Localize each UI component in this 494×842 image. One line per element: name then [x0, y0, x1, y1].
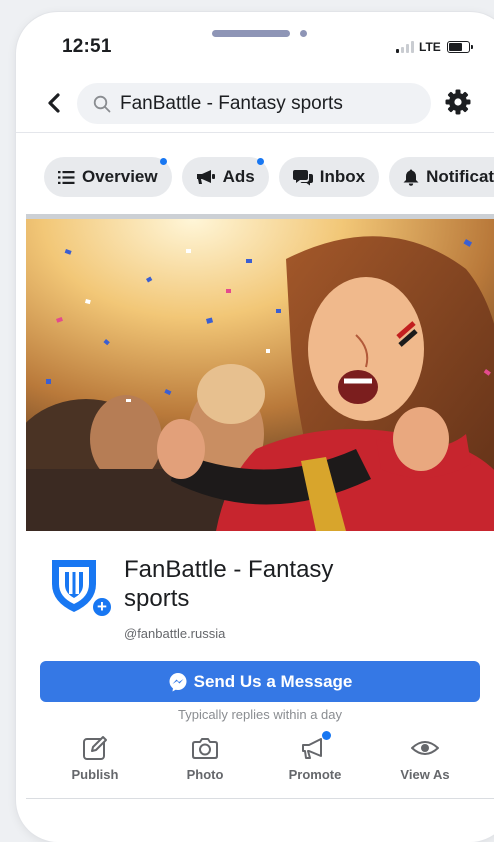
page-handle: @fanbattle.russia — [124, 626, 226, 641]
bell-icon — [403, 169, 419, 186]
back-arrow-icon[interactable] — [44, 92, 66, 114]
megaphone-icon — [196, 170, 215, 184]
view-as-button[interactable]: View As — [370, 734, 480, 782]
tab-notifications[interactable]: Notifications — [389, 157, 494, 197]
send-message-button[interactable]: Send Us a Message — [40, 661, 480, 702]
publish-button[interactable]: Publish — [40, 734, 150, 782]
list-icon — [58, 170, 75, 184]
status-time: 12:51 — [62, 36, 112, 57]
page-tabs: Overview Ads Inbox Notifications — [44, 157, 494, 197]
camera-notch — [300, 30, 307, 37]
publish-label: Publish — [71, 767, 119, 782]
page-actions: Publish Photo Promote View As — [40, 731, 480, 782]
speaker-notch — [212, 30, 290, 37]
edit-icon — [83, 736, 107, 760]
reply-time-note: Typically replies within a day — [177, 707, 343, 722]
tab-overview-label: Overview — [82, 167, 158, 186]
signal-icon — [396, 41, 414, 53]
promote-label: Promote — [288, 767, 342, 782]
actions-divider — [26, 798, 494, 799]
gear-icon[interactable] — [444, 88, 472, 116]
photo-button[interactable]: Photo — [150, 734, 260, 782]
page-name: FanBattle - Fantasy sports — [124, 556, 334, 612]
view-as-label: View As — [400, 767, 450, 782]
camera-icon — [192, 738, 218, 759]
tab-inbox-label: Inbox — [319, 167, 366, 186]
notification-dot — [159, 158, 167, 165]
photo-label: Photo — [186, 767, 224, 782]
send-message-label: Send Us a Message — [193, 671, 353, 691]
status-indicators: LTE — [396, 40, 473, 54]
promote-button[interactable]: Promote — [260, 731, 370, 782]
search-query: FanBattle - Fantasy sports — [120, 92, 343, 114]
search-bar[interactable]: FanBattle - Fantasy sports — [77, 83, 431, 124]
notification-dot — [256, 158, 264, 165]
tab-notifications-label: Notifications — [426, 167, 494, 186]
search-icon — [93, 95, 111, 112]
eye-icon — [411, 741, 439, 755]
notification-dot — [322, 731, 331, 740]
add-photo-badge[interactable]: + — [91, 596, 113, 618]
header-divider — [16, 132, 494, 133]
chat-icon — [292, 169, 313, 185]
network-label: LTE — [419, 40, 441, 54]
cover-photo[interactable] — [26, 219, 494, 531]
phone-screen: 12:51 LTE FanBattle - Fantasy sports Ove… — [16, 12, 494, 842]
tab-ads[interactable]: Ads — [181, 157, 269, 197]
battery-icon — [446, 41, 473, 53]
tab-overview[interactable]: Overview — [44, 157, 172, 197]
messenger-icon — [169, 672, 187, 691]
tab-inbox[interactable]: Inbox — [278, 157, 380, 197]
tab-ads-label: Ads — [222, 167, 255, 186]
